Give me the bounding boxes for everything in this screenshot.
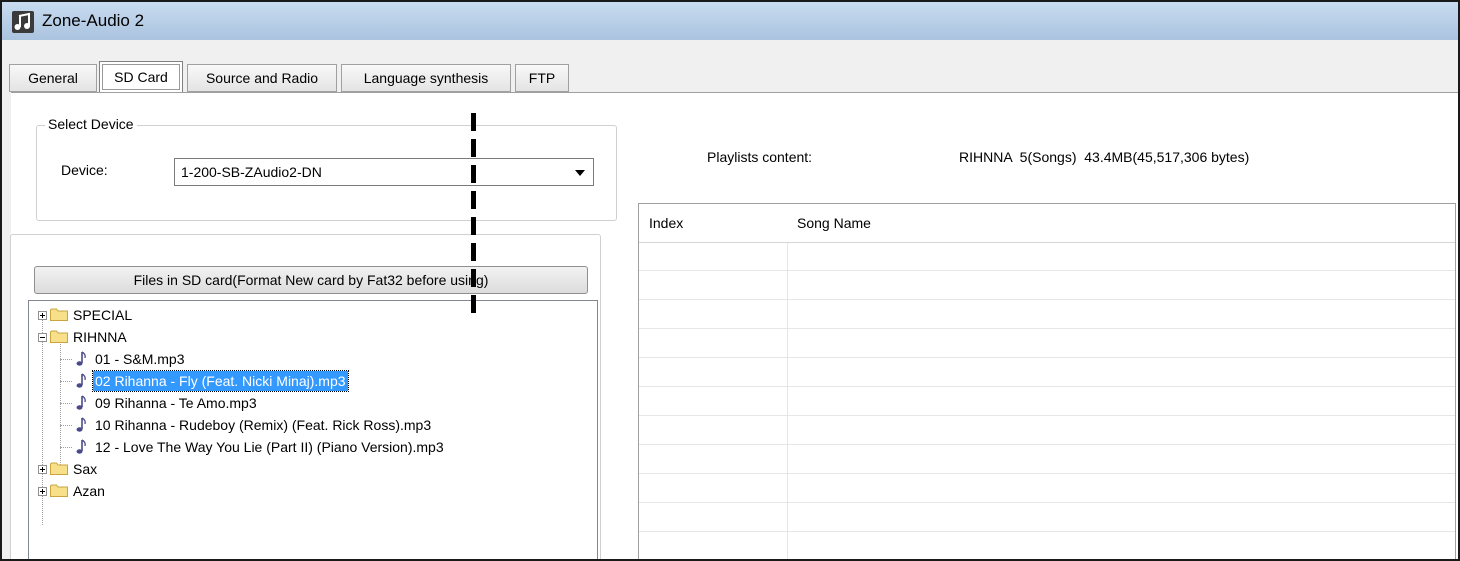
expand-icon[interactable] (38, 487, 47, 496)
folder-icon (50, 308, 68, 321)
tree-item-label: SPECIAL (73, 307, 133, 323)
device-select[interactable]: 1-200-SB-ZAudio2-DN (174, 158, 594, 186)
table-row[interactable] (639, 532, 1455, 559)
table-row[interactable] (639, 503, 1455, 532)
table-row[interactable] (639, 329, 1455, 358)
title-bar[interactable]: Zone-Audio 2 (2, 2, 1458, 41)
music-note-icon (76, 417, 86, 432)
folder-icon (50, 462, 68, 475)
music-note-icon (76, 395, 86, 410)
tree-item-label: 10 Rihanna - Rudeboy (Remix) (Feat. Rick… (95, 417, 432, 433)
tree-item-label: 01 - S&M.mp3 (95, 351, 185, 367)
files-in-sd-card-button[interactable]: Files in SD card(Format New card by Fat3… (34, 266, 588, 294)
column-header-song-name[interactable]: Song Name (787, 204, 1455, 242)
tree-item-label: 02 Rihanna - Fly (Feat. Nicki Minaj).mp3 (92, 370, 349, 392)
tree-item-label: 09 Rihanna - Te Amo.mp3 (95, 395, 257, 411)
sd-card-panel: Select Device Device: 1-200-SB-ZAudio2-D… (10, 92, 1458, 559)
table-row[interactable] (639, 445, 1455, 474)
collapse-icon[interactable] (38, 333, 47, 342)
device-label: Device: (61, 162, 108, 178)
music-app-icon (12, 11, 34, 33)
sd-card-file-tree[interactable]: SPECIAL RIHNNA 01 - S&M.mp3 02 Rihanna -… (28, 300, 598, 559)
tab-language-synthesis[interactable]: Language synthesis (341, 64, 511, 92)
app-window: Zone-Audio 2 General SD Card Source and … (0, 0, 1460, 561)
tab-general[interactable]: General (9, 64, 97, 92)
music-note-icon (76, 439, 86, 454)
table-row[interactable] (639, 300, 1455, 329)
music-note-icon (76, 351, 86, 366)
chevron-down-icon[interactable] (575, 170, 585, 176)
tab-sd-card[interactable]: SD Card (99, 61, 183, 93)
table-row[interactable] (639, 358, 1455, 387)
table-row[interactable] (639, 474, 1455, 503)
folder-open-icon (50, 330, 68, 343)
tree-item-label: RIHNNA (73, 329, 127, 345)
device-select-value: 1-200-SB-ZAudio2-DN (181, 164, 322, 180)
expand-icon[interactable] (38, 465, 47, 474)
playlist-grid[interactable]: Index Song Name (638, 203, 1456, 559)
table-row[interactable] (639, 271, 1455, 300)
playlist-content-label: Playlists content: (707, 149, 813, 165)
tree-item-label: 12 - Love The Way You Lie (Part II) (Pia… (95, 439, 444, 455)
playlist-summary: RIHNNA 5(Songs) 43.4MB(45,517,306 bytes) (959, 149, 1250, 165)
tab-bar: General SD Card Source and Radio Languag… (2, 40, 1458, 100)
table-row[interactable] (639, 242, 1455, 271)
select-device-group: Select Device Device: 1-200-SB-ZAudio2-D… (36, 116, 617, 221)
table-row[interactable] (639, 387, 1455, 416)
tree-item-label: Sax (73, 461, 98, 477)
column-header-index[interactable]: Index (639, 204, 787, 242)
table-row[interactable] (639, 416, 1455, 445)
window-title: Zone-Audio 2 (42, 11, 145, 30)
tab-ftp[interactable]: FTP (515, 64, 569, 92)
folder-icon (50, 484, 68, 497)
tree-item-label: Azan (73, 483, 105, 499)
splitter-handle[interactable] (471, 113, 476, 315)
music-note-icon (76, 373, 86, 388)
tab-source-and-radio[interactable]: Source and Radio (187, 64, 337, 92)
expand-icon[interactable] (38, 311, 47, 320)
select-device-title: Select Device (45, 116, 137, 132)
grid-header: Index Song Name (639, 204, 1455, 243)
